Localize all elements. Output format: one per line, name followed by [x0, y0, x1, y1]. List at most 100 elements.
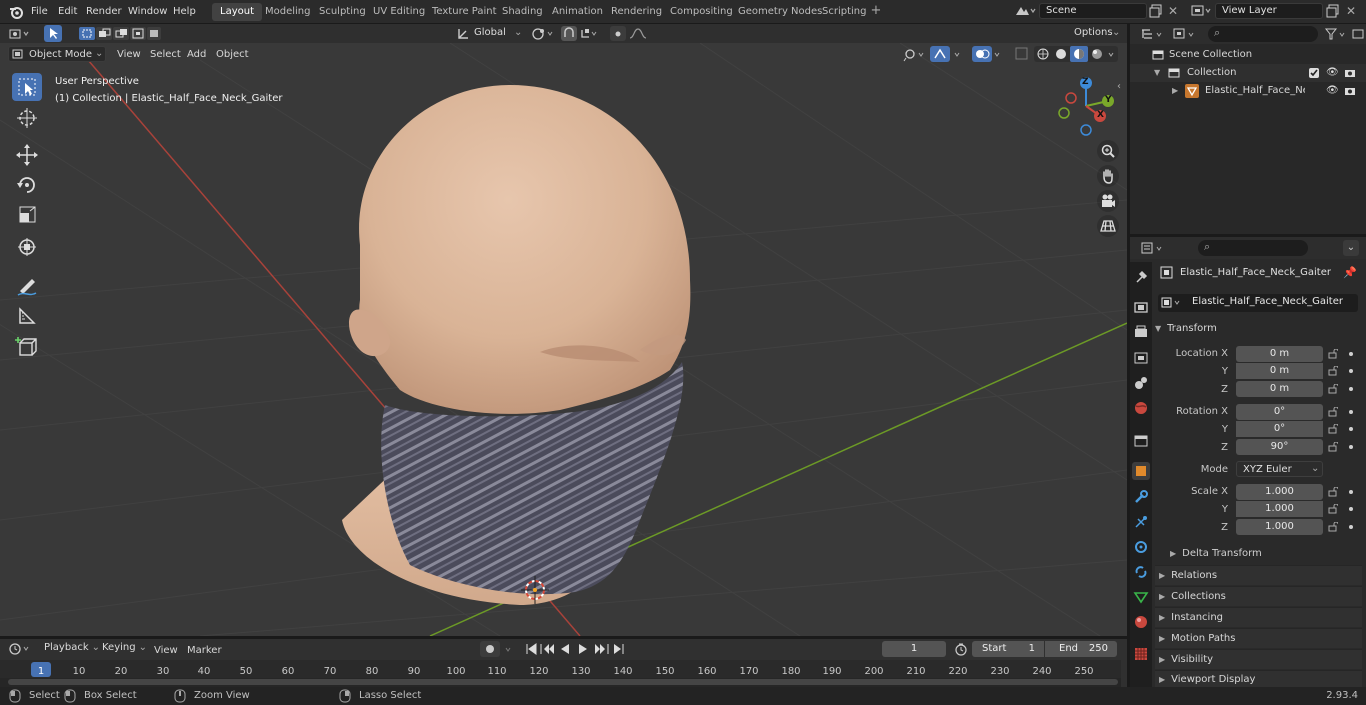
chevron-down-icon[interactable]: ⌄	[1343, 240, 1359, 256]
pin-icon[interactable]: 📌	[1343, 266, 1357, 279]
tab-scripting[interactable]: Scripting	[814, 3, 874, 21]
tab-layout[interactable]: Layout	[212, 3, 262, 21]
data-tab-icon[interactable]	[1132, 588, 1150, 606]
outliner-editor-type-icon[interactable]	[1140, 27, 1168, 41]
properties-editor-type-icon[interactable]	[1140, 241, 1168, 255]
lock-icon[interactable]	[1328, 487, 1338, 497]
scale-x-field[interactable]: 1.000	[1236, 484, 1323, 500]
exclude-checkbox[interactable]	[1309, 68, 1319, 78]
rotation-y-field[interactable]: 0°	[1236, 421, 1323, 437]
menu-object[interactable]: Object	[216, 48, 249, 62]
area-divider-horizontal[interactable]	[1130, 234, 1366, 237]
eye-icon[interactable]: 👁	[1326, 82, 1339, 100]
navigation-gizmo[interactable]: Z Y X	[1053, 73, 1119, 139]
pivot-snap-proportional-icons[interactable]	[530, 25, 660, 42]
select-box-tool-icon[interactable]	[12, 73, 42, 101]
timeline-menu-view[interactable]: View	[154, 644, 178, 658]
lock-icon[interactable]	[1328, 522, 1338, 532]
menu-help[interactable]: Help	[173, 4, 196, 20]
object-mode-dropdown[interactable]: Object Mode ⌄	[8, 46, 106, 62]
output-tab-icon[interactable]	[1132, 324, 1150, 342]
rotate-tool-icon[interactable]	[12, 171, 42, 199]
current-frame-field[interactable]: 1	[882, 641, 946, 657]
visibility-panel-header[interactable]: ▶ Visibility	[1155, 649, 1362, 669]
lock-icon[interactable]	[1328, 366, 1338, 376]
sidebar-toggle-icon[interactable]: ‹	[1117, 81, 1127, 93]
scale-tool-icon[interactable]	[12, 201, 42, 229]
texture-tab-icon[interactable]	[1132, 645, 1150, 663]
add-workspace-icon[interactable]: +	[870, 4, 882, 17]
lock-icon[interactable]	[1328, 504, 1338, 514]
display-mode-icon[interactable]	[1172, 27, 1200, 41]
lock-icon[interactable]	[1328, 349, 1338, 359]
tab-uv-editing[interactable]: UV Editing	[365, 3, 433, 21]
viewport-display-panel-header[interactable]: ▶ Viewport Display	[1155, 670, 1362, 687]
keyframe-dot-icon[interactable]	[1349, 410, 1353, 414]
keyframe-dot-icon[interactable]	[1349, 387, 1353, 391]
menu-file[interactable]: File	[31, 4, 48, 20]
camera-render-icon[interactable]	[1344, 67, 1356, 79]
camera-view-icon[interactable]	[1097, 190, 1119, 212]
area-divider-timeline[interactable]	[0, 636, 1127, 639]
playback-menu[interactable]: Playback ⌄	[40, 641, 100, 657]
rotation-x-field[interactable]: 0°	[1236, 404, 1323, 420]
location-x-field[interactable]: 0 m	[1236, 346, 1323, 362]
keyframe-dot-icon[interactable]	[1349, 445, 1353, 449]
close-scene-icon[interactable]: ✕	[1168, 4, 1180, 18]
keyframe-dot-icon[interactable]	[1349, 369, 1353, 373]
end-frame-field[interactable]: End 250	[1045, 641, 1117, 657]
eye-icon[interactable]: 👁	[1326, 64, 1339, 82]
tab-rendering[interactable]: Rendering	[603, 3, 670, 21]
instancing-panel-header[interactable]: ▶ Instancing	[1155, 607, 1362, 627]
outliner-scene-collection[interactable]: Scene Collection	[1130, 46, 1366, 64]
menu-edit[interactable]: Edit	[58, 4, 77, 20]
location-z-field[interactable]: 0 m	[1236, 381, 1323, 397]
tab-compositing[interactable]: Compositing	[662, 3, 741, 21]
tab-texture-paint[interactable]: Texture Paint	[424, 3, 505, 21]
tool-tab-icon[interactable]	[1132, 268, 1150, 286]
properties-search-input[interactable]: ⌕	[1198, 240, 1308, 256]
scale-y-field[interactable]: 1.000	[1236, 501, 1323, 517]
pan-hand-icon[interactable]	[1097, 165, 1119, 187]
keying-menu[interactable]: Keying ⌄	[98, 641, 147, 657]
relations-panel-header[interactable]: ▶ Relations	[1155, 565, 1362, 585]
lock-icon[interactable]	[1328, 384, 1338, 394]
close-view-layer-icon[interactable]: ✕	[1346, 4, 1358, 18]
options-dropdown[interactable]: Options ⌄	[1066, 25, 1124, 42]
lock-icon[interactable]	[1328, 424, 1338, 434]
ortho-grid-icon[interactable]	[1097, 215, 1119, 237]
scale-z-field[interactable]: 1.000	[1236, 519, 1323, 535]
menu-render[interactable]: Render	[86, 4, 122, 20]
scene-selector-icon[interactable]	[1013, 3, 1037, 19]
timeline-editor-type-icon[interactable]	[8, 641, 34, 657]
transform-panel-header[interactable]: ▼ Transform	[1155, 319, 1362, 339]
cursor-tool-icon[interactable]	[12, 104, 42, 132]
copy-view-layer-icon[interactable]	[1326, 4, 1340, 18]
keyframe-dot-icon[interactable]	[1349, 507, 1353, 511]
copy-scene-icon[interactable]	[1149, 4, 1163, 18]
transform-orientation-dropdown[interactable]: Global ⌄	[456, 25, 524, 42]
rotation-z-field[interactable]: 90°	[1236, 439, 1323, 455]
start-frame-field[interactable]: Start 1	[972, 641, 1044, 657]
3d-viewport[interactable]: User Perspective (1) Collection | Elasti…	[0, 43, 1127, 636]
measure-tool-icon[interactable]	[12, 301, 42, 329]
menu-window[interactable]: Window	[128, 4, 167, 20]
tab-shading[interactable]: Shading	[494, 3, 551, 21]
annotate-tool-icon[interactable]	[12, 271, 42, 299]
timeline-menu-marker[interactable]: Marker	[187, 644, 222, 658]
playback-controls[interactable]	[522, 641, 630, 657]
add-cube-tool-icon[interactable]	[12, 333, 42, 361]
expand-arrow-icon[interactable]: ▼	[1154, 64, 1160, 82]
stopwatch-icon[interactable]	[954, 642, 968, 656]
delta-transform-subpanel[interactable]: ▶ Delta Transform	[1170, 547, 1262, 561]
keyframe-dot-icon[interactable]	[1349, 352, 1353, 356]
scene-name-field[interactable]: Scene	[1039, 3, 1147, 19]
rotation-mode-dropdown[interactable]: XYZ Euler ⌄	[1236, 461, 1323, 477]
constraints-tab-icon[interactable]	[1132, 563, 1150, 581]
lock-icon[interactable]	[1328, 407, 1338, 417]
menu-view[interactable]: View	[117, 48, 141, 62]
select-tweak-icon[interactable]	[44, 25, 62, 42]
blender-logo-icon[interactable]	[8, 4, 24, 20]
timeline-scrollbar[interactable]	[8, 679, 1118, 685]
filter-icon[interactable]	[1324, 27, 1350, 41]
